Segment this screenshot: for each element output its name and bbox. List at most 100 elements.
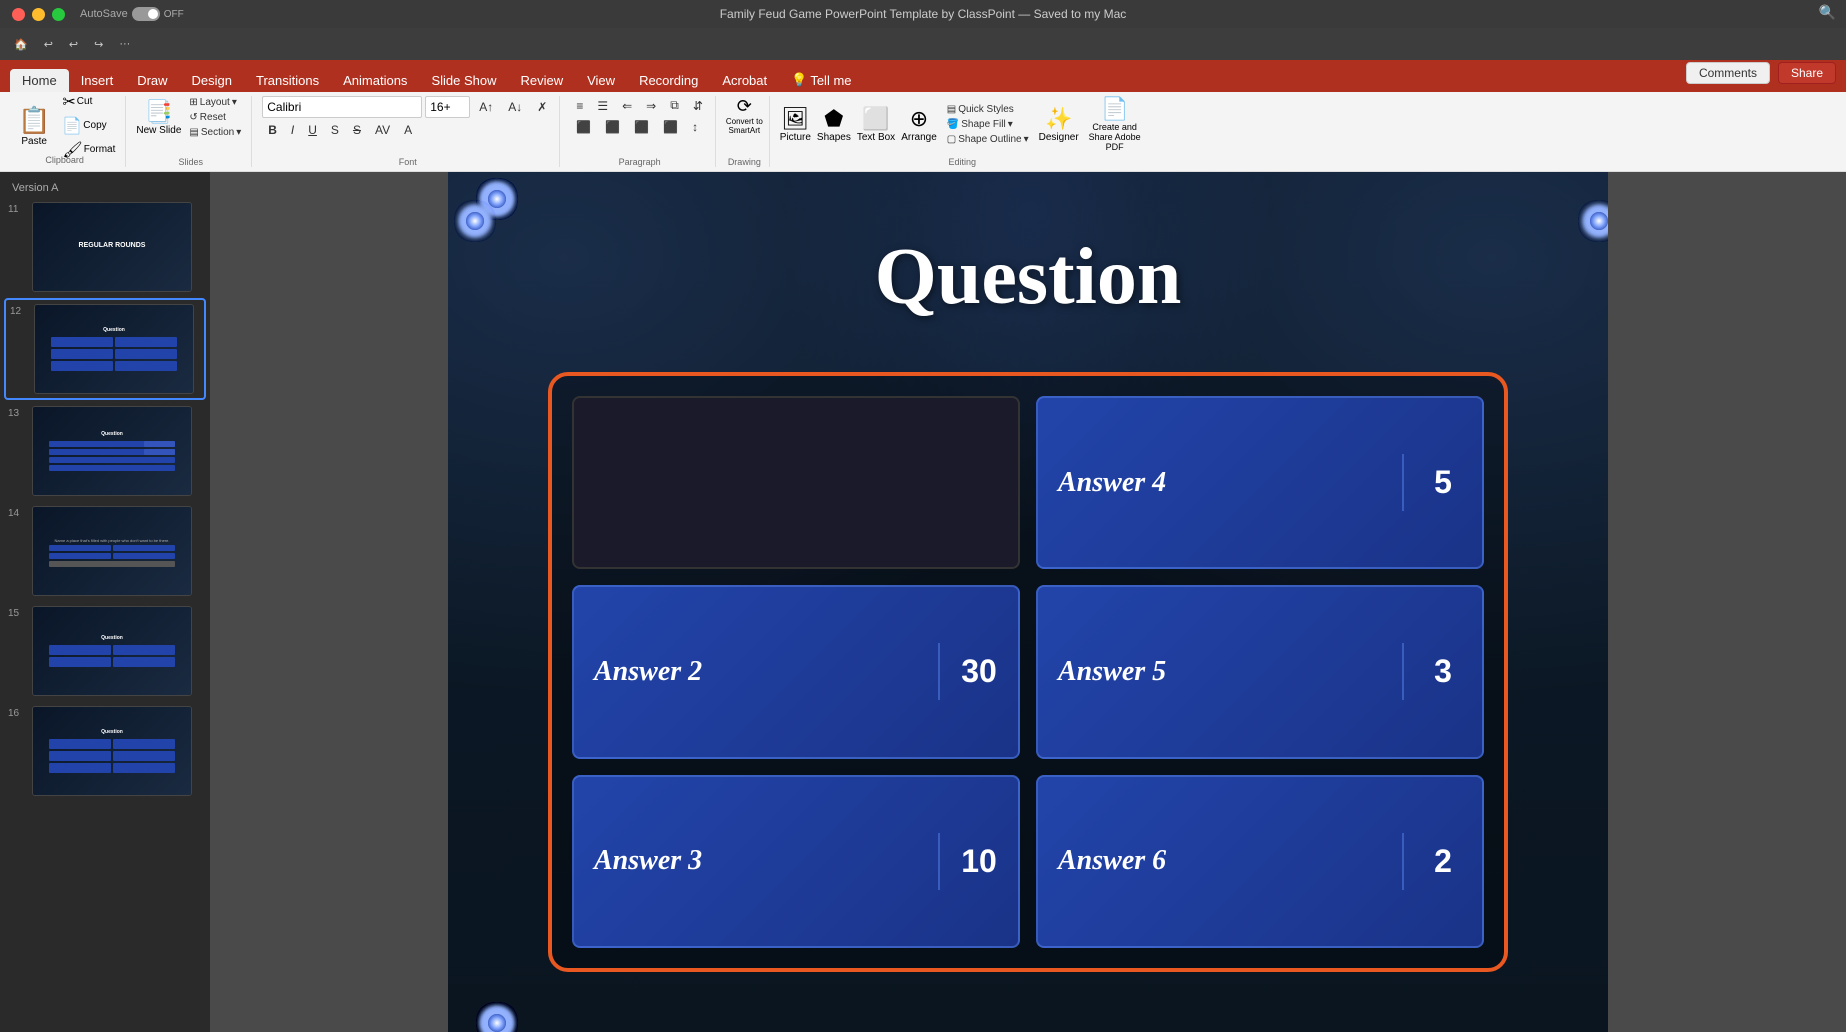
slide-canvas[interactable]: Question Answer 4 5 Answer 2 30 A — [448, 172, 1608, 1032]
drawing-group: ⟳ Convert toSmartArt Drawing — [720, 96, 770, 167]
align-left-button[interactable]: ⬛ — [570, 118, 597, 136]
char-spacing-button[interactable]: AV — [369, 121, 396, 139]
font-color-button[interactable]: A — [398, 121, 418, 139]
light-dot — [488, 1014, 506, 1032]
justify-button[interactable]: ⬛ — [657, 118, 684, 136]
line-spacing-button[interactable]: ↕ — [686, 118, 704, 136]
tab-insert[interactable]: Insert — [69, 69, 126, 92]
layout-button[interactable]: ⊞ Layout ▾ — [185, 96, 245, 109]
para-row1: ≡ ☰ ⇐ ⇒ ⧉ ⇵ — [570, 96, 709, 115]
cut-button[interactable]: ✂ Cut — [60, 91, 117, 113]
answer-cell-3[interactable]: Answer 3 10 — [572, 775, 1020, 948]
slide-thumb-11[interactable]: 11 REGULAR ROUNDS — [4, 198, 206, 296]
slide-preview-11: REGULAR ROUNDS — [32, 202, 192, 292]
shadow-button[interactable]: S — [325, 121, 345, 139]
share-button[interactable]: Share — [1778, 62, 1836, 84]
textbox-button[interactable]: ⬜ Text Box — [857, 106, 895, 143]
paste-button[interactable]: 📋 Paste — [12, 99, 56, 153]
autosave-state: OFF — [164, 9, 184, 20]
tab-review[interactable]: Review — [508, 69, 575, 92]
tab-slideshow[interactable]: Slide Show — [419, 69, 508, 92]
bullets-button[interactable]: ≡ — [570, 96, 589, 115]
shape-fill-group: ▤ Quick Styles 🪣 Shape Fill ▾ ▢ Shape Ou… — [943, 103, 1033, 146]
tab-recording[interactable]: Recording — [627, 69, 710, 92]
shapes-button[interactable]: ⬟ Shapes — [817, 106, 851, 143]
increase-indent-button[interactable]: ⇒ — [640, 96, 662, 115]
minimize-button[interactable] — [32, 8, 45, 21]
columns-button[interactable]: ⧉ — [664, 96, 685, 115]
tab-acrobat[interactable]: Acrobat — [710, 69, 779, 92]
slide-thumb-13[interactable]: 13 Question — [4, 402, 206, 500]
shape-outline-icon: ▢ — [947, 134, 956, 145]
answer-cell-6[interactable]: Answer 6 2 — [1036, 775, 1484, 948]
designer-button[interactable]: ✨ Designer — [1039, 106, 1079, 143]
close-button[interactable] — [12, 8, 25, 21]
arrange-button[interactable]: ⊕ Arrange — [901, 106, 937, 143]
home-icon[interactable]: 🏠 — [8, 36, 34, 53]
decrease-indent-button[interactable]: ⇐ — [616, 96, 638, 115]
tab-tellme[interactable]: 💡 Tell me — [779, 68, 863, 92]
create-share-pdf-button[interactable]: 📄 Create and Share Adobe PDF — [1085, 96, 1145, 152]
increase-font-button[interactable]: A↑ — [473, 98, 499, 116]
font-row1: A↑ A↓ ✗ — [262, 96, 553, 118]
numbering-button[interactable]: ☰ — [591, 96, 614, 115]
section-button[interactable]: ▤ Section ▾ — [185, 126, 245, 139]
undo-button[interactable]: ↩ — [38, 36, 59, 53]
answer-4-score: 5 — [1402, 454, 1482, 511]
tab-home[interactable]: Home — [10, 69, 69, 92]
shape-outline-button[interactable]: ▢ Shape Outline ▾ — [943, 133, 1033, 146]
picture-button[interactable]: 🖼 Picture — [780, 106, 811, 143]
new-slide-button[interactable]: 📑 New Slide — [136, 99, 181, 136]
italic-button[interactable]: I — [285, 121, 300, 139]
tab-animations[interactable]: Animations — [331, 69, 419, 92]
tab-draw[interactable]: Draw — [125, 69, 179, 92]
underline-button[interactable]: U — [302, 121, 323, 139]
tab-transitions[interactable]: Transitions — [244, 69, 331, 92]
more-button[interactable]: ··· — [113, 36, 136, 52]
slide-panel: Version A 11 REGULAR ROUNDS 12 Question — [0, 172, 210, 1032]
ribbon-tabs: Home Insert Draw Design Transitions Anim… — [0, 60, 1846, 92]
convert-smartart-button[interactable]: ⟳ Convert toSmartArt — [726, 96, 763, 135]
slide-thumb-12[interactable]: 12 Question — [4, 298, 206, 400]
answer-cell-4[interactable]: Answer 4 5 — [1036, 396, 1484, 569]
version-label: Version A — [4, 180, 206, 196]
strikethrough-button[interactable]: S — [347, 121, 367, 139]
bold-button[interactable]: B — [262, 121, 283, 139]
text-direction-button[interactable]: ⇵ — [687, 96, 709, 115]
shape-fill-button[interactable]: 🪣 Shape Fill ▾ — [943, 118, 1033, 131]
answer-3-score: 10 — [938, 833, 1018, 890]
reset-icon: ↺ — [189, 112, 197, 123]
search-icon[interactable]: 🔍 — [1819, 4, 1836, 21]
slide-thumb-14[interactable]: 14 Name a place that's filled with peopl… — [4, 502, 206, 600]
reset-button[interactable]: ↺ Reset — [185, 111, 245, 124]
paste-icon: 📋 — [18, 105, 50, 136]
quick-styles-icon: ▤ — [947, 104, 956, 115]
question-title[interactable]: Question — [875, 232, 1182, 323]
slide-thumb-15[interactable]: 15 Question — [4, 602, 206, 700]
redo-button[interactable]: ↪ — [88, 36, 109, 53]
decrease-font-button[interactable]: A↓ — [502, 98, 528, 116]
align-center-button[interactable]: ⬛ — [599, 118, 626, 136]
shape-fill-chevron: ▾ — [1008, 119, 1013, 130]
textbox-icon: ⬜ — [862, 106, 889, 132]
font-name-input[interactable] — [262, 96, 422, 118]
answer-cell-5[interactable]: Answer 5 3 — [1036, 585, 1484, 758]
answer-cell-2[interactable]: Answer 2 30 — [572, 585, 1020, 758]
tab-view[interactable]: View — [575, 69, 627, 92]
answer-board[interactable]: Answer 4 5 Answer 2 30 Answer 5 3 Answer… — [548, 372, 1508, 972]
undo2-button[interactable]: ↩ — [63, 36, 84, 53]
drawing-buttons: ⟳ Convert toSmartArt — [726, 96, 763, 135]
copy-button[interactable]: 📄 Copy — [60, 115, 117, 137]
maximize-button[interactable] — [52, 8, 65, 21]
tab-design[interactable]: Design — [180, 69, 244, 92]
slide-thumb-16[interactable]: 16 Question — [4, 702, 206, 800]
answer-cell-1[interactable] — [572, 396, 1020, 569]
clear-format-button[interactable]: ✗ — [531, 98, 553, 116]
align-right-button[interactable]: ⬛ — [628, 118, 655, 136]
slide-preview-13: Question — [32, 406, 192, 496]
font-size-input[interactable] — [425, 96, 470, 118]
autosave-toggle[interactable] — [132, 7, 160, 21]
comments-button[interactable]: Comments — [1686, 62, 1770, 84]
quick-styles-button[interactable]: ▤ Quick Styles — [943, 103, 1033, 116]
main-layout: Version A 11 REGULAR ROUNDS 12 Question — [0, 172, 1846, 1032]
